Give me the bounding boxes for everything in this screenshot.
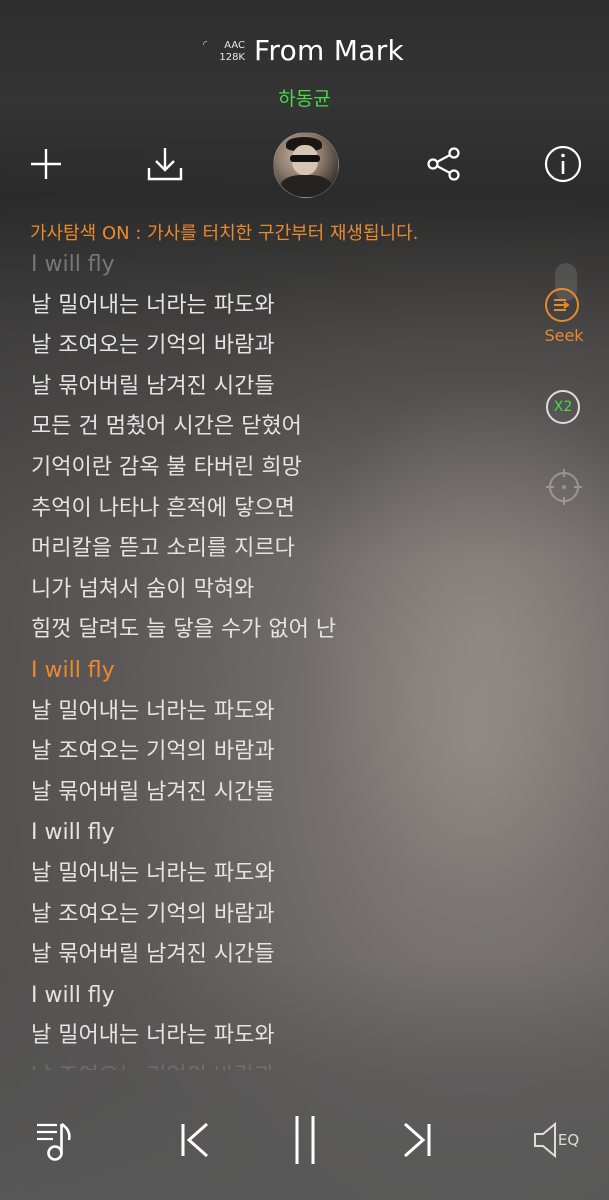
playlist-icon [37, 1122, 71, 1161]
lyric-line[interactable]: 날 묶어버릴 남겨진 시간들 [31, 773, 275, 813]
lyric-line[interactable]: 기억이란 감옥 불 타버린 희망 [31, 448, 302, 488]
lyric-line[interactable]: 모든 건 멈췄어 시간은 닫혔어 [31, 407, 302, 447]
seek-label: Seek [544, 326, 584, 345]
download-icon [147, 148, 183, 181]
lyric-line[interactable]: 날 밀어내는 너라는 파도와 [31, 692, 275, 732]
equalizer-button[interactable]: EQ [526, 1110, 586, 1170]
lyric-line[interactable]: 날 조여오는 기억의 바람과 [31, 895, 275, 935]
lyric-line[interactable]: 추억이 나타나 흔적에 닿으면 [31, 489, 295, 529]
codec-label: AAC [224, 40, 245, 51]
info-icon [544, 145, 582, 183]
eq-label: EQ [557, 1131, 580, 1149]
album-art[interactable] [273, 132, 339, 198]
add-to-playlist-button[interactable] [22, 140, 70, 188]
playlist-button[interactable] [30, 1110, 84, 1170]
previous-track-button[interactable] [170, 1110, 220, 1170]
lyric-line-current[interactable]: I will fly [31, 651, 115, 691]
pause-button[interactable] [278, 1110, 332, 1170]
playback-controls: EQ [0, 1100, 609, 1180]
plus-icon [31, 149, 61, 179]
crosshair-icon [546, 469, 582, 505]
share-button[interactable] [420, 140, 468, 188]
codec-badge: ◜ AAC 128K [203, 38, 245, 70]
speaker-icon [533, 1121, 556, 1159]
lyric-line[interactable]: 날 밀어내는 너라는 파도와 [31, 286, 275, 326]
pause-icon [295, 1116, 315, 1164]
lyric-line[interactable]: I will fly [31, 976, 115, 1016]
locate-current-line-button[interactable] [545, 468, 583, 506]
now-playing-header: ◜ AAC 128K From Mark 하동균 [0, 30, 609, 120]
lyric-line[interactable]: 날 조여오는 기억의 바람과 [31, 1057, 275, 1070]
lyric-line[interactable]: 날 밀어내는 너라는 파도와 [31, 854, 275, 894]
share-icon [427, 147, 460, 181]
next-icon [404, 1122, 431, 1158]
lyric-line[interactable]: 날 밀어내는 너라는 파도와 [31, 1016, 275, 1056]
seek-icon [545, 288, 579, 322]
lyric-line[interactable]: 힘껏 달려도 늘 닿을 수가 없어 난 [31, 610, 336, 650]
download-button[interactable] [141, 140, 189, 188]
lyrics-list[interactable]: I will fly 날 밀어내는 너라는 파도와 날 조여오는 기억의 바람과 날 … [0, 250, 520, 1070]
next-track-button[interactable] [392, 1110, 442, 1170]
lyric-line[interactable]: I will fly [31, 250, 115, 285]
speed-label: X2 [553, 399, 573, 415]
lyric-seek-notice: 가사탐색 ON : 가사를 터치한 구간부터 재생됩니다. [30, 223, 419, 244]
lyric-line[interactable]: 날 조여오는 기억의 바람과 [31, 326, 275, 366]
lyric-line[interactable]: 니가 넘쳐서 숨이 막혀와 [31, 570, 254, 610]
lyric-line[interactable]: I will fly [31, 813, 115, 853]
lyric-line[interactable]: 날 묶어버릴 남겨진 시간들 [31, 367, 275, 407]
song-title: From Mark [254, 34, 405, 67]
signal-icon: ◜ [203, 38, 208, 51]
speed-button[interactable]: X2 [546, 390, 580, 424]
lyric-line[interactable]: 날 묶어버릴 남겨진 시간들 [31, 935, 275, 975]
info-button[interactable] [539, 140, 587, 188]
seek-toggle-button[interactable]: Seek [541, 288, 587, 358]
previous-icon [181, 1122, 208, 1158]
toolbar [0, 130, 609, 210]
lyric-line[interactable]: 머리칼을 뜯고 소리를 지르다 [31, 529, 295, 569]
artist-name[interactable]: 하동균 [0, 84, 609, 111]
lyric-line[interactable]: 날 조여오는 기억의 바람과 [31, 732, 275, 772]
bitrate-label: 128K [219, 52, 245, 63]
